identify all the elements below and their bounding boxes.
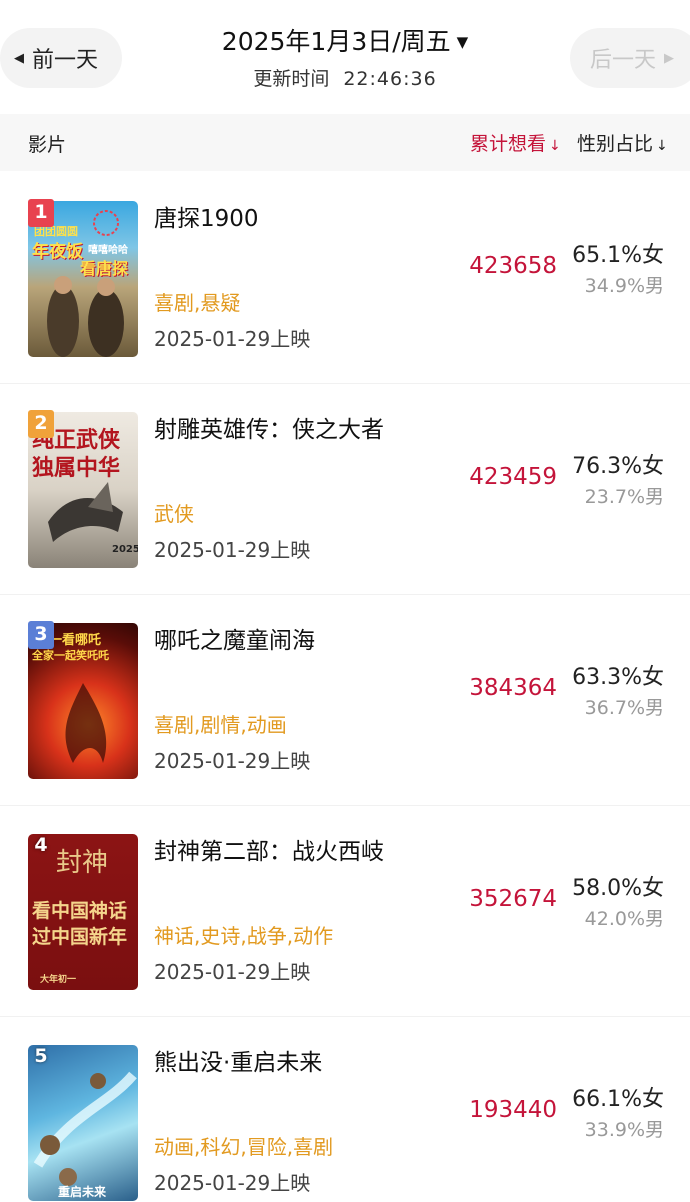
female-ratio: 65.1%女 xyxy=(572,243,664,268)
poster-text: 年夜饭 xyxy=(32,242,83,262)
release-date: 2025-01-29上映 xyxy=(154,538,311,562)
rank-badge: 2 xyxy=(28,410,54,438)
poster-text: 全家一起笑吒吒 xyxy=(32,649,109,662)
male-ratio: 34.9%男 xyxy=(584,275,664,297)
movie-genre: 武侠 xyxy=(154,502,194,526)
column-film: 影片 xyxy=(28,134,67,156)
movie-row[interactable]: 封神 看中国神话 过中国新年 大年初一 4 封神第二部：战火西岐 神话,史诗,战… xyxy=(0,806,690,1016)
movie-genre: 神话,史诗,战争,动作 xyxy=(154,924,334,948)
poster-text: 看中国神话 xyxy=(32,900,128,922)
poster-text: 过中国新年 xyxy=(32,926,128,948)
male-ratio: 36.7%男 xyxy=(584,697,664,719)
column-want-sort[interactable]: 累计想看 ↓ xyxy=(470,129,561,156)
movie-title: 封神第二部：战火西岐 xyxy=(154,839,384,865)
rank-badge: 4 xyxy=(34,834,48,856)
movie-title: 哪吒之魔童闹海 xyxy=(154,628,315,654)
movie-row[interactable]: 重启未来 5 熊出没·重启未来 动画,科幻,冒险,喜剧 2025-01-29上映… xyxy=(0,1017,690,1202)
header: ◀ 前一天 2025年1月3日/周五 ▼ 更新时间 22:46:36 后一天 ▶ xyxy=(0,0,690,114)
release-date: 2025-01-29上映 xyxy=(154,1171,311,1195)
date-label: 2025年1月3日/周五 xyxy=(221,27,451,56)
rank-badge: 5 xyxy=(34,1045,48,1067)
female-ratio: 66.1%女 xyxy=(572,1087,664,1112)
poster-text: 大年初一 xyxy=(40,975,77,985)
next-day-label: 后一天 xyxy=(590,48,657,73)
movie-genre: 动画,科幻,冒险,喜剧 xyxy=(154,1135,334,1159)
chevron-right-icon: ▶ xyxy=(664,50,675,66)
female-ratio: 58.0%女 xyxy=(572,876,664,901)
rank-badge: 3 xyxy=(28,621,54,649)
movie-title: 射雕英雄传：侠之大者 xyxy=(154,417,384,443)
movie-row[interactable]: 纯正武侠 独属中华 2025 2 射雕英雄传：侠之大者 武侠 2025-01-2… xyxy=(0,384,690,594)
update-label: 更新时间 xyxy=(253,68,330,90)
column-gender-sort[interactable]: 性别占比 ↓ xyxy=(577,129,668,156)
male-ratio: 23.7%男 xyxy=(584,486,664,508)
movie-row[interactable]: 团团圆圆 年夜饭 嘻嘻哈哈 看唐探 1 唐探1900 喜剧,悬疑 2025-01… xyxy=(0,173,690,383)
rank-badge: 1 xyxy=(28,199,54,227)
release-date: 2025-01-29上映 xyxy=(154,960,311,984)
movie-genre: 喜剧,悬疑 xyxy=(154,291,241,315)
movie-genre: 喜剧,剧情,动画 xyxy=(154,713,287,737)
movie-row[interactable]: 初一看哪吒 全家一起笑吒吒 3 哪吒之魔童闹海 喜剧,剧情,动画 2025-01… xyxy=(0,595,690,805)
poster-text: 封神 xyxy=(56,848,109,878)
column-header: 影片 累计想看 ↓ 性别占比 ↓ xyxy=(0,114,690,171)
update-time: 22:46:36 xyxy=(343,68,437,90)
column-gender-label: 性别占比 xyxy=(577,133,654,155)
female-ratio: 63.3%女 xyxy=(572,665,664,690)
next-day-button[interactable]: 后一天 ▶ xyxy=(570,28,690,88)
movie-title: 唐探1900 xyxy=(154,206,259,232)
want-count: 423658 xyxy=(469,253,557,279)
column-want-label: 累计想看 xyxy=(470,133,547,155)
want-count: 352674 xyxy=(469,886,557,912)
sort-down-icon: ↓ xyxy=(656,138,668,154)
male-ratio: 33.9%男 xyxy=(584,1119,664,1141)
poster-text: 重启未来 xyxy=(58,1185,107,1199)
want-count: 423459 xyxy=(469,464,557,490)
caret-down-icon: ▼ xyxy=(456,33,469,51)
male-ratio: 42.0%男 xyxy=(584,908,664,930)
poster-text: 2025 xyxy=(112,544,138,555)
poster-text: 独属中华 xyxy=(32,456,121,481)
want-count: 384364 xyxy=(469,675,557,701)
poster-text: 嘻嘻哈哈 xyxy=(88,245,128,256)
female-ratio: 76.3%女 xyxy=(572,454,664,479)
want-count: 193440 xyxy=(469,1097,557,1123)
poster-text: 看唐探 xyxy=(80,259,129,278)
movie-title: 熊出没·重启未来 xyxy=(154,1050,323,1076)
release-date: 2025-01-29上映 xyxy=(154,749,311,773)
sort-down-icon: ↓ xyxy=(549,138,561,154)
release-date: 2025-01-29上映 xyxy=(154,327,311,351)
